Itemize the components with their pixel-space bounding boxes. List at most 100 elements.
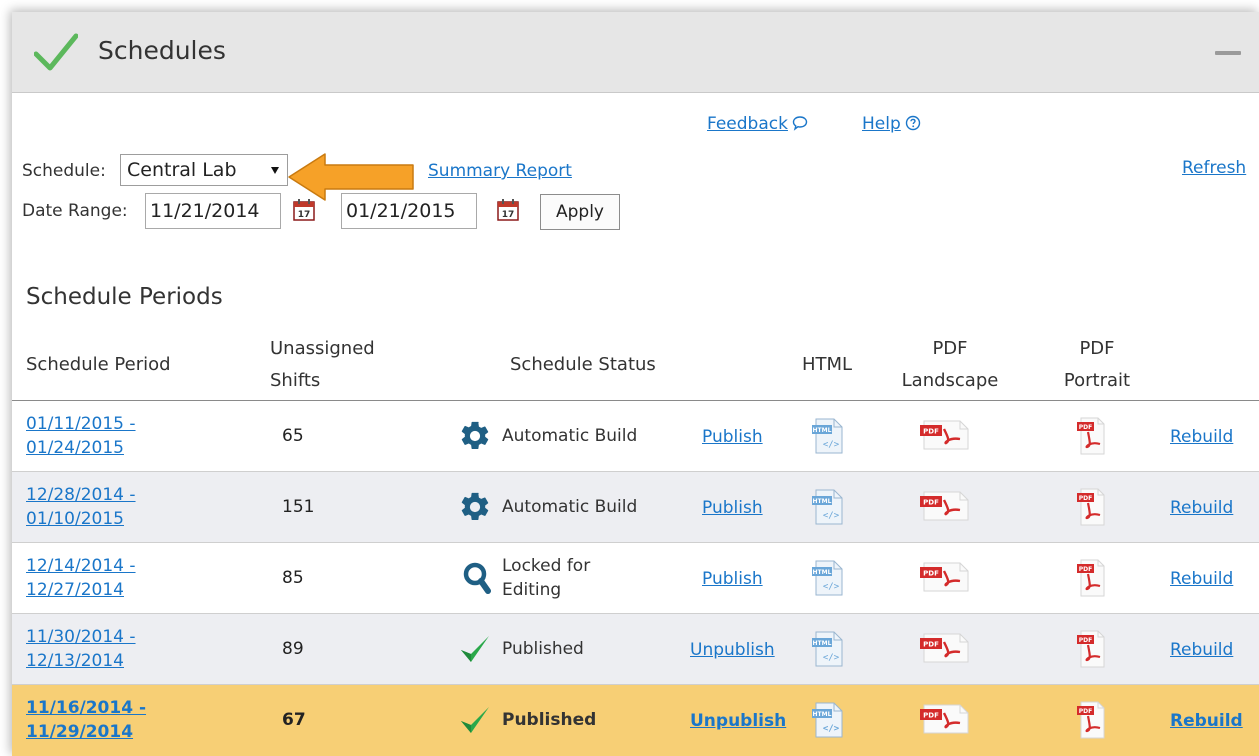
date-range-label: Date Range: — [22, 201, 128, 221]
help-link-wrap[interactable]: Help — [862, 112, 921, 136]
html-file-icon[interactable]: HTML </> — [810, 630, 846, 668]
svg-text:</>: </> — [823, 511, 840, 521]
period-start[interactable]: 11/30/2014 - — [26, 625, 136, 649]
status-line1: Locked for — [502, 556, 591, 576]
publish-link[interactable]: Publish — [702, 425, 763, 449]
rebuild-link[interactable]: Rebuild — [1170, 496, 1233, 520]
gear-icon — [461, 492, 489, 521]
period-end[interactable]: 11/29/2014 — [26, 720, 146, 744]
status-text: Automatic Build — [502, 495, 637, 519]
publish-link[interactable]: Publish — [702, 567, 763, 591]
period-end[interactable]: 12/13/2014 — [26, 649, 136, 673]
period-end[interactable]: 01/24/2015 — [26, 436, 136, 460]
col-header-pdf-landscape-line2: Landscape — [901, 370, 999, 391]
svg-text:PDF: PDF — [1079, 637, 1092, 644]
period-link[interactable]: 01/11/2015 - 01/24/2015 — [26, 412, 136, 460]
period-end[interactable]: 01/10/2015 — [26, 507, 136, 531]
help-link[interactable]: Help — [862, 114, 901, 134]
table-row-current: 11/16/2014 - 11/29/2014 67 Published Unp… — [12, 685, 1259, 756]
pdf-landscape-icon[interactable]: PDF — [916, 559, 972, 595]
pdf-portrait-icon[interactable]: PDF — [1074, 629, 1108, 669]
summary-report-link[interactable]: Summary Report — [428, 159, 572, 183]
html-file-icon[interactable]: HTML </> — [810, 701, 846, 739]
pdf-landscape-icon[interactable]: PDF — [916, 488, 972, 524]
check-icon — [461, 707, 489, 733]
period-end[interactable]: 12/27/2014 — [26, 578, 136, 602]
rebuild-link[interactable]: Rebuild — [1170, 638, 1233, 662]
svg-text:HTML: HTML — [813, 569, 832, 576]
period-link[interactable]: 11/30/2014 - 12/13/2014 — [26, 625, 136, 673]
col-header-unassigned: Unassigned Shifts — [270, 336, 375, 393]
unpublish-link[interactable]: Unpublish — [690, 638, 775, 662]
start-date-input[interactable]: 11/21/2014 — [145, 193, 281, 229]
status-text: Locked for Editing — [502, 554, 590, 602]
pdf-portrait-icon[interactable]: PDF — [1074, 558, 1108, 598]
svg-text:PDF: PDF — [923, 641, 939, 649]
col-header-html: HTML — [802, 354, 853, 375]
svg-text:</>: </> — [823, 724, 840, 734]
svg-text:</>: </> — [823, 440, 840, 450]
feedback-link[interactable]: Feedback — [707, 114, 788, 134]
rebuild-link[interactable]: Rebuild — [1170, 709, 1243, 733]
apply-button[interactable]: Apply — [540, 194, 620, 230]
svg-text:PDF: PDF — [923, 712, 939, 720]
col-header-unassigned-line1: Unassigned — [270, 338, 375, 359]
period-start[interactable]: 01/11/2015 - — [26, 412, 136, 436]
pdf-portrait-icon[interactable]: PDF — [1074, 416, 1108, 456]
status-line1: Automatic Build — [502, 497, 638, 517]
col-header-pdf-portrait-line1: PDF — [1079, 338, 1115, 359]
svg-text:PDF: PDF — [1079, 566, 1092, 573]
period-link[interactable]: 12/14/2014 - 12/27/2014 — [26, 554, 136, 602]
unassigned-shifts: 67 — [282, 710, 306, 730]
svg-text:PDF: PDF — [1079, 495, 1092, 502]
schedule-select[interactable]: Central Lab — [120, 154, 288, 186]
pdf-landscape-icon[interactable]: PDF — [916, 417, 972, 453]
magnifier-icon — [463, 562, 491, 594]
unpublish-link[interactable]: Unpublish — [690, 709, 786, 733]
rebuild-link[interactable]: Rebuild — [1170, 567, 1233, 591]
publish-link[interactable]: Publish — [702, 496, 763, 520]
calendar-icon[interactable]: 17 — [496, 198, 520, 222]
status-text: Automatic Build — [502, 424, 637, 448]
feedback-link-wrap[interactable]: Feedback — [707, 112, 808, 136]
pdf-portrait-icon[interactable]: PDF — [1074, 700, 1108, 740]
panel-title: Schedules — [98, 36, 226, 65]
svg-text:PDF: PDF — [1079, 708, 1092, 715]
refresh-link[interactable]: Refresh — [1182, 156, 1246, 180]
html-file-icon[interactable]: HTML </> — [810, 488, 846, 526]
html-file-icon[interactable]: HTML </> — [810, 417, 846, 455]
svg-text:PDF: PDF — [1079, 424, 1092, 431]
svg-text:HTML: HTML — [813, 640, 832, 647]
svg-text:HTML: HTML — [813, 498, 832, 505]
svg-text:PDF: PDF — [923, 428, 939, 436]
schedule-select-value: Central Lab — [127, 159, 237, 181]
table-row: 12/14/2014 - 12/27/2014 85 Locked for Ed… — [12, 543, 1259, 614]
period-link[interactable]: 12/28/2014 - 01/10/2015 — [26, 483, 136, 531]
status-line1: Published — [502, 710, 597, 730]
rebuild-link[interactable]: Rebuild — [1170, 425, 1233, 449]
check-icon — [461, 636, 489, 662]
period-start[interactable]: 11/16/2014 - — [26, 696, 146, 720]
col-header-period: Schedule Period — [26, 354, 171, 375]
pdf-portrait-icon[interactable]: PDF — [1074, 487, 1108, 527]
panel-header: Schedules — [12, 12, 1259, 93]
pdf-landscape-icon[interactable]: PDF — [916, 701, 972, 737]
unassigned-shifts: 151 — [282, 497, 315, 517]
unassigned-shifts: 65 — [282, 426, 304, 446]
minimize-icon[interactable] — [1215, 51, 1241, 55]
col-header-pdf-landscape-line1: PDF — [932, 338, 968, 359]
callout-arrow-icon — [288, 153, 414, 201]
html-file-icon[interactable]: HTML </> — [810, 559, 846, 597]
schedule-label: Schedule: — [22, 161, 106, 181]
period-link[interactable]: 11/16/2014 - 11/29/2014 — [26, 696, 146, 744]
svg-text:HTML: HTML — [813, 711, 832, 718]
period-start[interactable]: 12/28/2014 - — [26, 483, 136, 507]
period-start[interactable]: 12/14/2014 - — [26, 554, 136, 578]
pdf-landscape-icon[interactable]: PDF — [916, 630, 972, 666]
table-row: 12/28/2014 - 01/10/2015 151 Automatic Bu… — [12, 472, 1259, 543]
status-text: Published — [502, 708, 596, 732]
table-row: 11/30/2014 - 12/13/2014 89 Published Unp… — [12, 614, 1259, 685]
svg-text:HTML: HTML — [813, 427, 832, 434]
svg-text:PDF: PDF — [923, 499, 939, 507]
unassigned-shifts: 85 — [282, 568, 304, 588]
